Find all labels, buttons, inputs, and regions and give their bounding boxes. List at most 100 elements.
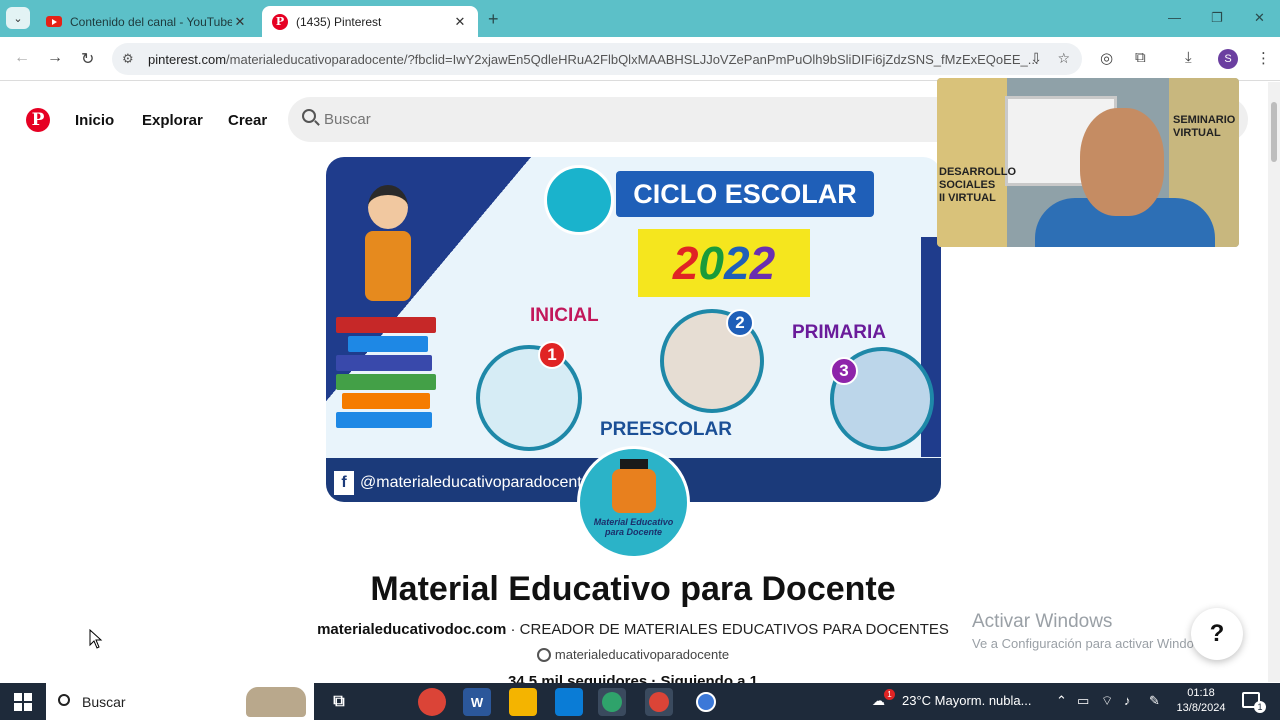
profile-name: Material Educativo para Docente <box>370 570 896 608</box>
teacher-illustration <box>354 185 424 315</box>
chrome-profile-icon[interactable] <box>645 688 673 716</box>
banner-logo <box>544 165 614 235</box>
weather-badge: 1 <box>884 689 895 700</box>
browser-toolbar: ← → ↻ ⚙ pinterest.com/materialeducativop… <box>0 37 1280 81</box>
url-host: pinterest.com <box>148 51 227 67</box>
lens-icon[interactable]: ◎ <box>1100 49 1113 67</box>
weather-text[interactable]: 23°C Mayorm. nubla... <box>902 693 1031 708</box>
banner-handle: f @materialeducativoparadocente <box>334 471 591 495</box>
back-icon[interactable]: ← <box>14 49 30 67</box>
battery-icon[interactable]: ▭ <box>1077 693 1089 709</box>
windows-taskbar: Buscar ⧉ W ☁ 1 23°C Mayorm. nubla... ⌃ ▭… <box>0 683 1280 720</box>
year-digit: 2 <box>749 237 776 289</box>
separator: · <box>506 621 520 638</box>
page-scrollbar[interactable] <box>1268 82 1280 682</box>
pinterest-icon: P <box>272 13 288 30</box>
books-illustration <box>336 317 441 457</box>
tab-search-button[interactable]: ⌄ <box>6 7 30 29</box>
webcam-poster-text: SEMINARIO VIRTUAL <box>1173 114 1236 139</box>
banner-title: CICLO ESCOLAR <box>616 171 874 217</box>
app-settings-icon[interactable] <box>692 688 720 716</box>
mouse-cursor-icon <box>89 628 103 654</box>
site-info-icon[interactable]: ⚙ <box>122 51 134 67</box>
pinterest-icon <box>536 648 551 662</box>
tab-title: Contenido del canal - YouTube <box>70 14 232 29</box>
tab-youtube[interactable]: Contenido del canal - YouTube ✕ <box>36 6 258 37</box>
new-tab-button[interactable]: + <box>488 9 499 30</box>
windows-start-icon[interactable] <box>14 693 32 711</box>
taskbar-search-input[interactable]: Buscar <box>46 683 314 720</box>
taskbar-search-label: Buscar <box>82 693 126 710</box>
banner-handle-text: @materialeducativoparadocente <box>360 474 591 491</box>
webcam-wall <box>937 78 1007 247</box>
tab-title: (1435) Pinterest <box>296 14 382 29</box>
avatar-caption: Material Educativo <box>593 516 674 527</box>
webcam-poster-text: DESARROLLO SOCIALES II VIRTUAL <box>939 166 1016 204</box>
profile-avatar-image[interactable]: Material Educativo para Docente <box>577 446 690 559</box>
reload-icon[interactable]: ↻ <box>81 49 94 69</box>
watermark-title: Activar Windows <box>972 611 1113 632</box>
search-highlight-image <box>246 687 306 717</box>
pen-icon[interactable]: ✎ <box>1149 693 1160 709</box>
menu-icon[interactable]: ⋮ <box>1256 49 1271 67</box>
edge-icon[interactable] <box>598 688 626 716</box>
wifi-icon[interactable]: ⌔ <box>1101 693 1113 709</box>
restore-icon[interactable]: ❐ <box>1211 10 1223 26</box>
search-icon <box>302 109 316 123</box>
bookmark-star-icon[interactable]: ☆ <box>1057 50 1070 67</box>
badge-3: 3 <box>830 357 858 385</box>
task-view-icon[interactable]: ⧉ <box>325 688 353 716</box>
scrollbar-thumb[interactable] <box>1271 102 1277 162</box>
word-icon[interactable]: W <box>463 688 491 716</box>
chevron-up-icon[interactable]: ⌃ <box>1056 693 1067 709</box>
level-preescolar: PREESCOLAR <box>600 419 732 440</box>
minimize-icon[interactable]: — <box>1168 10 1181 25</box>
level-primaria: PRIMARIA <box>792 322 886 343</box>
nav-explore[interactable]: Explorar <box>142 112 203 129</box>
watermark-subtitle: Ve a Configuración para activar Windows. <box>972 636 1214 651</box>
nav-home[interactable]: Inicio <box>75 112 114 129</box>
badge-2: 2 <box>726 309 754 337</box>
year-digit: 2 <box>672 237 699 289</box>
nav-create[interactable]: Crear <box>228 112 267 129</box>
badge-1: 1 <box>538 341 566 369</box>
search-placeholder: Buscar <box>324 111 371 128</box>
help-button[interactable]: ? <box>1191 608 1243 660</box>
address-bar[interactable]: ⚙ pinterest.com/materialeducativoparadoc… <box>112 43 1082 75</box>
close-icon[interactable]: ✕ <box>232 14 248 30</box>
volume-icon[interactable]: ♪ <box>1124 693 1131 708</box>
profile-avatar[interactable]: S <box>1218 49 1238 69</box>
pinterest-logo-icon[interactable]: P <box>26 108 50 132</box>
window-close-icon[interactable]: ✕ <box>1254 10 1265 26</box>
browser-tab-strip: ⌄ Contenido del canal - YouTube ✕ P (143… <box>0 0 1280 37</box>
profile-website-link[interactable]: materialeducativodoc.com <box>317 621 506 638</box>
chevron-down-icon: ⌄ <box>13 12 23 25</box>
profile-username-text: materialeducativoparadocente <box>554 647 730 662</box>
install-icon[interactable]: ⇩ <box>1030 50 1042 67</box>
year-digit: 2 <box>724 237 750 289</box>
file-explorer-icon[interactable] <box>509 688 537 716</box>
extensions-icon[interactable]: ⧉ <box>1135 49 1146 66</box>
close-icon[interactable]: ✕ <box>452 14 468 30</box>
year-digit: 0 <box>698 237 724 289</box>
webcam-person-head <box>1080 108 1164 216</box>
clock-time: 01:18 <box>1187 687 1215 699</box>
profile-description: CREADOR DE MATERIALES EDUCATIVOS PARA DO… <box>519 621 949 638</box>
webcam-overlay: DESARROLLO SOCIALES II VIRTUAL SEMINARIO… <box>937 78 1239 247</box>
taskbar-clock[interactable]: 01:18 13/8/2024 <box>1170 686 1232 716</box>
calendar-illustration <box>476 345 582 451</box>
notification-count: 1 <box>1254 701 1266 713</box>
weather-icon[interactable]: ☁ <box>872 693 885 709</box>
download-icon[interactable]: ⤓ <box>1185 49 1192 66</box>
tab-pinterest[interactable]: P (1435) Pinterest ✕ <box>262 6 478 37</box>
avatar-caption: para Docente <box>604 526 663 537</box>
chrome-icon[interactable] <box>418 688 446 716</box>
windows-activation-watermark: Activar Windows Ve a Configuración para … <box>972 611 1213 651</box>
store-icon[interactable] <box>555 688 583 716</box>
level-inicial: INICIAL <box>530 305 599 326</box>
banner-year: 2022 <box>638 229 810 297</box>
search-icon <box>58 694 70 706</box>
facebook-icon: f <box>334 471 354 495</box>
youtube-icon <box>46 14 62 30</box>
forward-icon[interactable]: → <box>47 49 63 67</box>
